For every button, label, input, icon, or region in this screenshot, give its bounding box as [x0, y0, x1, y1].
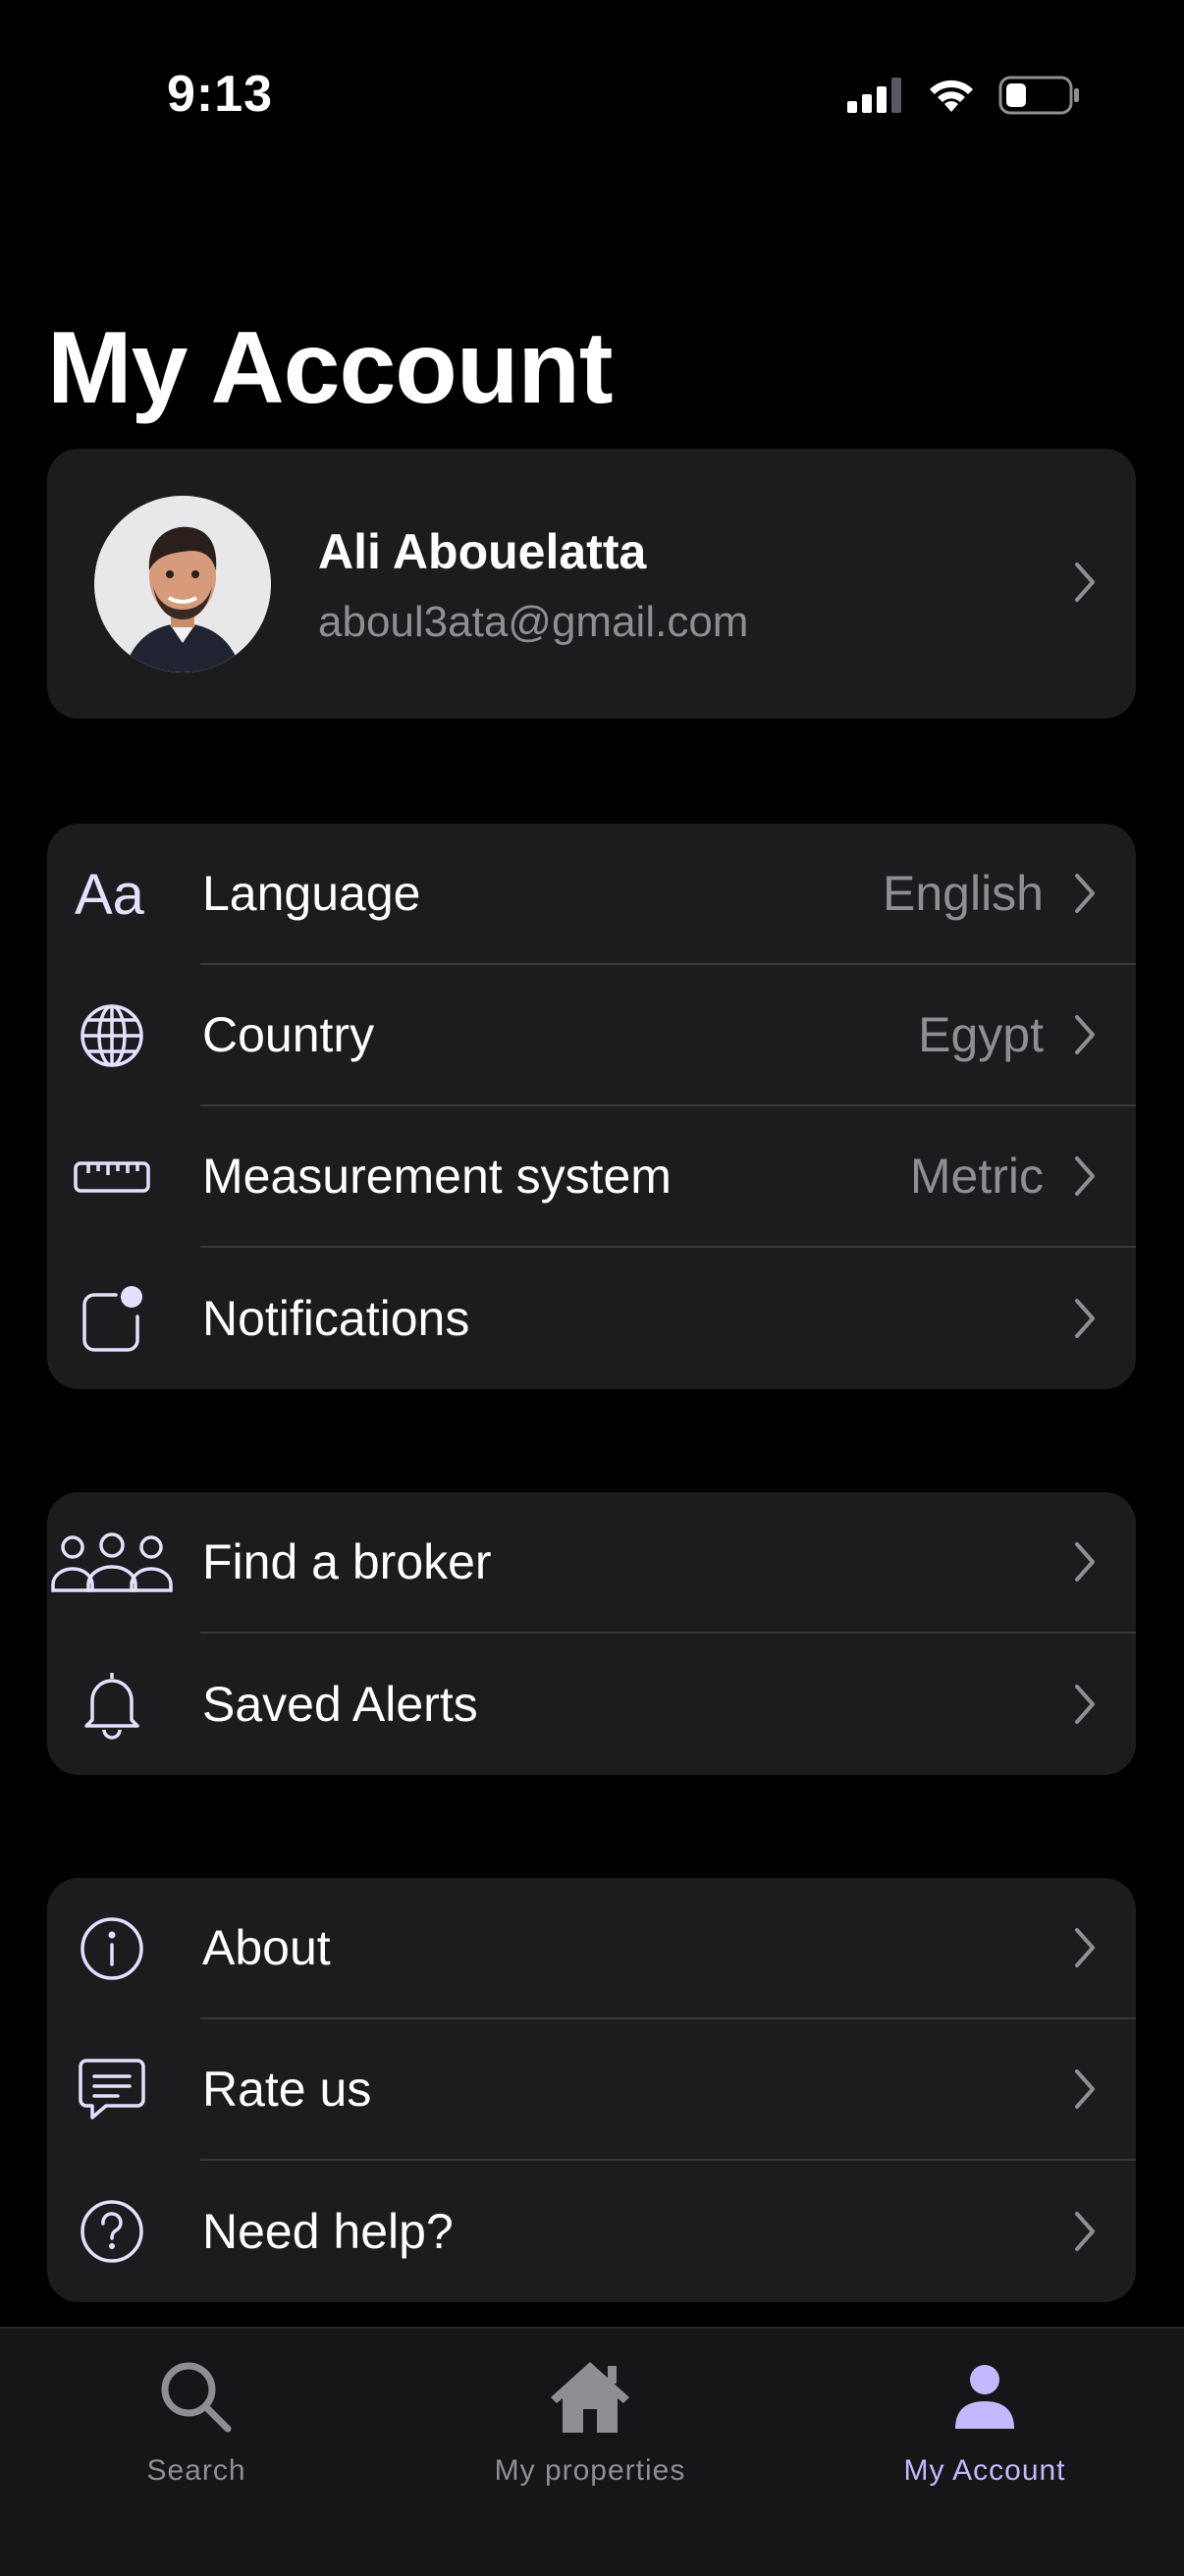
- ruler-icon: [47, 1106, 200, 1248]
- settings-item-measurement[interactable]: Measurement system Metric: [47, 1106, 1136, 1248]
- bell-icon: [47, 1634, 200, 1775]
- chevron-right-icon: [1075, 874, 1095, 913]
- info-item-label: Rate us: [202, 2062, 372, 2117]
- chevron-right-icon: [1075, 1156, 1095, 1196]
- home-icon: [443, 2348, 737, 2446]
- notification-badge-icon: [47, 1248, 200, 1389]
- services-item-find-broker[interactable]: Find a broker: [47, 1492, 1136, 1634]
- settings-card: Aa Language English Country Egypt Measur…: [47, 824, 1136, 1389]
- people-icon: [47, 1492, 200, 1634]
- search-icon: [49, 2348, 344, 2446]
- person-icon: [837, 2348, 1132, 2446]
- tab-my-properties[interactable]: My properties: [443, 2348, 737, 2488]
- globe-icon: [47, 965, 200, 1106]
- settings-item-label: Language: [202, 866, 421, 921]
- tab-label: My properties: [494, 2454, 686, 2487]
- settings-item-notifications[interactable]: Notifications: [47, 1248, 1136, 1389]
- tab-my-account[interactable]: My Account: [837, 2348, 1132, 2488]
- tab-label: Search: [146, 2454, 246, 2487]
- chevron-right-icon: [1075, 1928, 1095, 1967]
- chevron-right-icon: [1075, 2212, 1095, 2251]
- settings-item-value: Metric: [909, 1149, 1044, 1204]
- chevron-right-icon: [1075, 1299, 1095, 1338]
- cellular-signal-icon: [847, 78, 901, 113]
- info-item-label: Need help?: [202, 2204, 454, 2259]
- info-icon: [47, 1878, 200, 2019]
- page-title: My Account: [47, 311, 614, 425]
- svg-text:Aa: Aa: [75, 865, 145, 924]
- settings-item-label: Measurement system: [202, 1149, 672, 1204]
- info-item-rate-us[interactable]: Rate us: [47, 2019, 1136, 2161]
- services-item-label: Find a broker: [202, 1534, 492, 1589]
- info-item-label: About: [202, 1920, 331, 1975]
- chevron-right-icon: [1075, 1015, 1095, 1054]
- chevron-right-icon: [1075, 563, 1095, 602]
- profile-name: Ali Abouelatta: [318, 524, 647, 579]
- wifi-icon: [930, 80, 973, 112]
- info-card: About Rate us Need help?: [47, 1878, 1136, 2302]
- settings-item-language[interactable]: Aa Language English: [47, 824, 1136, 965]
- settings-item-label: Country: [202, 1007, 375, 1062]
- services-item-saved-alerts[interactable]: Saved Alerts: [47, 1634, 1136, 1775]
- settings-item-value: Egypt: [918, 1007, 1044, 1062]
- chat-icon: [47, 2019, 200, 2161]
- status-bar: 9:13: [0, 0, 1184, 187]
- avatar: [94, 496, 271, 672]
- profile-email: aboul3ata@gmail.com: [318, 598, 749, 646]
- battery-icon: [998, 76, 1079, 115]
- text-size-icon: Aa: [47, 824, 200, 965]
- tab-label: My Account: [903, 2454, 1066, 2487]
- profile-card[interactable]: Ali Abouelatta aboul3ata@gmail.com: [47, 449, 1136, 719]
- settings-item-label: Notifications: [202, 1291, 470, 1346]
- services-card: Find a broker Saved Alerts: [47, 1492, 1136, 1775]
- info-item-need-help[interactable]: Need help?: [47, 2161, 1136, 2302]
- tab-bar: Search My properties My Account: [0, 2327, 1184, 2576]
- tab-search[interactable]: Search: [49, 2348, 344, 2488]
- chevron-right-icon: [1075, 1685, 1095, 1724]
- chevron-right-icon: [1075, 1542, 1095, 1582]
- settings-item-country[interactable]: Country Egypt: [47, 965, 1136, 1106]
- chevron-right-icon: [1075, 2069, 1095, 2109]
- info-item-about[interactable]: About: [47, 1878, 1136, 2019]
- settings-item-value: English: [883, 866, 1044, 921]
- status-icons: [847, 71, 1081, 120]
- status-time: 9:13: [167, 66, 274, 123]
- help-icon: [47, 2161, 200, 2302]
- services-item-label: Saved Alerts: [202, 1677, 478, 1732]
